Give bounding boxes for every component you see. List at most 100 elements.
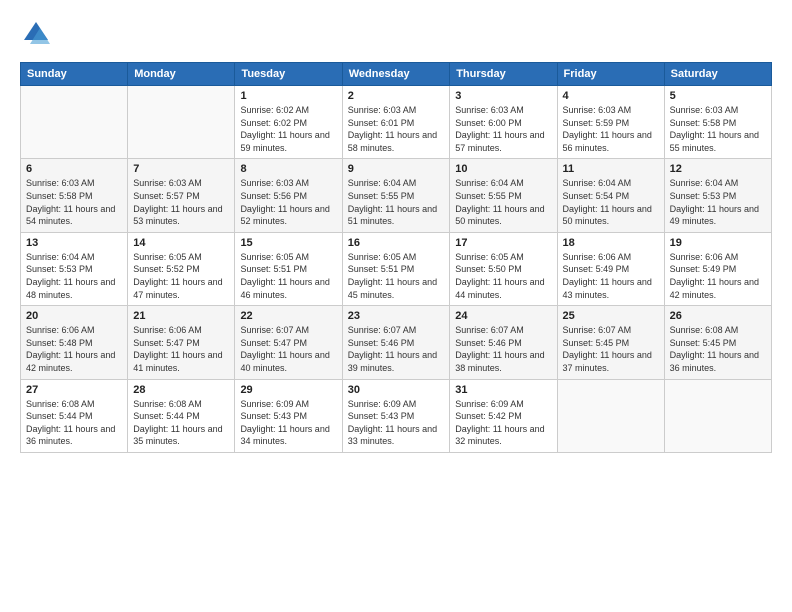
calendar-week-row: 13 Sunrise: 6:04 AM Sunset: 5:53 PM Dayli… xyxy=(21,232,772,305)
calendar-cell: 13 Sunrise: 6:04 AM Sunset: 5:53 PM Dayli… xyxy=(21,232,128,305)
day-number: 17 xyxy=(455,237,551,249)
day-number: 29 xyxy=(240,384,336,396)
day-info: Sunrise: 6:09 AM Sunset: 5:43 PM Dayligh… xyxy=(240,398,336,448)
day-number: 6 xyxy=(26,163,122,175)
day-info: Sunrise: 6:09 AM Sunset: 5:42 PM Dayligh… xyxy=(455,398,551,448)
day-info: Sunrise: 6:06 AM Sunset: 5:49 PM Dayligh… xyxy=(670,251,766,301)
calendar-cell: 3 Sunrise: 6:03 AM Sunset: 6:00 PM Daylig… xyxy=(450,86,557,159)
day-info: Sunrise: 6:03 AM Sunset: 5:57 PM Dayligh… xyxy=(133,177,229,227)
day-number: 13 xyxy=(26,237,122,249)
day-number: 1 xyxy=(240,90,336,102)
calendar-cell: 28 Sunrise: 6:08 AM Sunset: 5:44 PM Dayli… xyxy=(128,379,235,452)
day-info: Sunrise: 6:07 AM Sunset: 5:46 PM Dayligh… xyxy=(348,324,445,374)
header xyxy=(20,18,772,50)
day-info: Sunrise: 6:07 AM Sunset: 5:45 PM Dayligh… xyxy=(563,324,659,374)
day-info: Sunrise: 6:03 AM Sunset: 6:00 PM Dayligh… xyxy=(455,104,551,154)
calendar-header-friday: Friday xyxy=(557,63,664,86)
calendar-cell xyxy=(664,379,771,452)
calendar-cell: 31Sunrise: 6:09 AM Sunset: 5:42 PM Dayli… xyxy=(450,379,557,452)
day-info: Sunrise: 6:03 AM Sunset: 5:58 PM Dayligh… xyxy=(670,104,766,154)
calendar-header-thursday: Thursday xyxy=(450,63,557,86)
calendar-cell: 20 Sunrise: 6:06 AM Sunset: 5:48 PM Dayli… xyxy=(21,306,128,379)
calendar-header-monday: Monday xyxy=(128,63,235,86)
calendar-cell: 19 Sunrise: 6:06 AM Sunset: 5:49 PM Dayli… xyxy=(664,232,771,305)
logo xyxy=(20,18,56,50)
calendar-cell: 9 Sunrise: 6:04 AM Sunset: 5:55 PM Daylig… xyxy=(342,159,450,232)
day-number: 24 xyxy=(455,310,551,322)
calendar-week-row: 1Sunrise: 6:02 AM Sunset: 6:02 PM Daylig… xyxy=(21,86,772,159)
calendar-header-saturday: Saturday xyxy=(664,63,771,86)
day-info: Sunrise: 6:05 AM Sunset: 5:51 PM Dayligh… xyxy=(348,251,445,301)
day-info: Sunrise: 6:05 AM Sunset: 5:52 PM Dayligh… xyxy=(133,251,229,301)
calendar-week-row: 27 Sunrise: 6:08 AM Sunset: 5:44 PM Dayli… xyxy=(21,379,772,452)
calendar-cell xyxy=(21,86,128,159)
day-info: Sunrise: 6:04 AM Sunset: 5:54 PM Dayligh… xyxy=(563,177,659,227)
calendar-cell: 2 Sunrise: 6:03 AM Sunset: 6:01 PM Daylig… xyxy=(342,86,450,159)
day-number: 18 xyxy=(563,237,659,249)
day-number: 28 xyxy=(133,384,229,396)
calendar-cell: 10Sunrise: 6:04 AM Sunset: 5:55 PM Dayli… xyxy=(450,159,557,232)
calendar-cell: 7 Sunrise: 6:03 AM Sunset: 5:57 PM Daylig… xyxy=(128,159,235,232)
day-info: Sunrise: 6:03 AM Sunset: 5:59 PM Dayligh… xyxy=(563,104,659,154)
calendar-week-row: 6 Sunrise: 6:03 AM Sunset: 5:58 PM Daylig… xyxy=(21,159,772,232)
day-number: 27 xyxy=(26,384,122,396)
day-number: 25 xyxy=(563,310,659,322)
calendar-cell: 12Sunrise: 6:04 AM Sunset: 5:53 PM Dayli… xyxy=(664,159,771,232)
day-number: 9 xyxy=(348,163,445,175)
calendar-cell: 6 Sunrise: 6:03 AM Sunset: 5:58 PM Daylig… xyxy=(21,159,128,232)
day-number: 30 xyxy=(348,384,445,396)
day-number: 14 xyxy=(133,237,229,249)
day-info: Sunrise: 6:08 AM Sunset: 5:44 PM Dayligh… xyxy=(133,398,229,448)
calendar-cell xyxy=(128,86,235,159)
calendar-cell: 4Sunrise: 6:03 AM Sunset: 5:59 PM Daylig… xyxy=(557,86,664,159)
calendar-cell: 1Sunrise: 6:02 AM Sunset: 6:02 PM Daylig… xyxy=(235,86,342,159)
calendar-week-row: 20 Sunrise: 6:06 AM Sunset: 5:48 PM Dayli… xyxy=(21,306,772,379)
calendar-cell: 5 Sunrise: 6:03 AM Sunset: 5:58 PM Daylig… xyxy=(664,86,771,159)
day-number: 5 xyxy=(670,90,766,102)
day-number: 19 xyxy=(670,237,766,249)
day-number: 15 xyxy=(240,237,336,249)
day-number: 20 xyxy=(26,310,122,322)
day-info: Sunrise: 6:03 AM Sunset: 5:58 PM Dayligh… xyxy=(26,177,122,227)
calendar-cell: 25 Sunrise: 6:07 AM Sunset: 5:45 PM Dayli… xyxy=(557,306,664,379)
calendar-cell: 17 Sunrise: 6:05 AM Sunset: 5:50 PM Dayli… xyxy=(450,232,557,305)
day-info: Sunrise: 6:03 AM Sunset: 5:56 PM Dayligh… xyxy=(240,177,336,227)
day-number: 8 xyxy=(240,163,336,175)
calendar-cell: 24Sunrise: 6:07 AM Sunset: 5:46 PM Dayli… xyxy=(450,306,557,379)
calendar-cell: 22Sunrise: 6:07 AM Sunset: 5:47 PM Dayli… xyxy=(235,306,342,379)
calendar-cell: 23 Sunrise: 6:07 AM Sunset: 5:46 PM Dayli… xyxy=(342,306,450,379)
calendar-cell: 8 Sunrise: 6:03 AM Sunset: 5:56 PM Daylig… xyxy=(235,159,342,232)
calendar-cell: 14 Sunrise: 6:05 AM Sunset: 5:52 PM Dayli… xyxy=(128,232,235,305)
day-number: 7 xyxy=(133,163,229,175)
day-info: Sunrise: 6:06 AM Sunset: 5:48 PM Dayligh… xyxy=(26,324,122,374)
day-info: Sunrise: 6:03 AM Sunset: 6:01 PM Dayligh… xyxy=(348,104,445,154)
calendar-cell: 21 Sunrise: 6:06 AM Sunset: 5:47 PM Dayli… xyxy=(128,306,235,379)
calendar-cell: 29 Sunrise: 6:09 AM Sunset: 5:43 PM Dayli… xyxy=(235,379,342,452)
calendar-cell: 18 Sunrise: 6:06 AM Sunset: 5:49 PM Dayli… xyxy=(557,232,664,305)
day-number: 21 xyxy=(133,310,229,322)
calendar-cell: 11 Sunrise: 6:04 AM Sunset: 5:54 PM Dayli… xyxy=(557,159,664,232)
calendar-header-sunday: Sunday xyxy=(21,63,128,86)
day-info: Sunrise: 6:05 AM Sunset: 5:50 PM Dayligh… xyxy=(455,251,551,301)
page: SundayMondayTuesdayWednesdayThursdayFrid… xyxy=(0,0,792,463)
day-number: 2 xyxy=(348,90,445,102)
calendar-header-wednesday: Wednesday xyxy=(342,63,450,86)
day-number: 11 xyxy=(563,163,659,175)
calendar-header-tuesday: Tuesday xyxy=(235,63,342,86)
day-info: Sunrise: 6:04 AM Sunset: 5:55 PM Dayligh… xyxy=(348,177,445,227)
day-number: 26 xyxy=(670,310,766,322)
day-number: 23 xyxy=(348,310,445,322)
day-info: Sunrise: 6:06 AM Sunset: 5:47 PM Dayligh… xyxy=(133,324,229,374)
day-number: 12 xyxy=(670,163,766,175)
day-info: Sunrise: 6:04 AM Sunset: 5:53 PM Dayligh… xyxy=(26,251,122,301)
day-info: Sunrise: 6:08 AM Sunset: 5:44 PM Dayligh… xyxy=(26,398,122,448)
calendar-cell: 16 Sunrise: 6:05 AM Sunset: 5:51 PM Dayli… xyxy=(342,232,450,305)
day-number: 3 xyxy=(455,90,551,102)
logo-icon xyxy=(20,18,52,50)
day-info: Sunrise: 6:04 AM Sunset: 5:55 PM Dayligh… xyxy=(455,177,551,227)
calendar-header-row: SundayMondayTuesdayWednesdayThursdayFrid… xyxy=(21,63,772,86)
day-number: 16 xyxy=(348,237,445,249)
day-info: Sunrise: 6:08 AM Sunset: 5:45 PM Dayligh… xyxy=(670,324,766,374)
calendar-cell: 15Sunrise: 6:05 AM Sunset: 5:51 PM Dayli… xyxy=(235,232,342,305)
day-info: Sunrise: 6:06 AM Sunset: 5:49 PM Dayligh… xyxy=(563,251,659,301)
